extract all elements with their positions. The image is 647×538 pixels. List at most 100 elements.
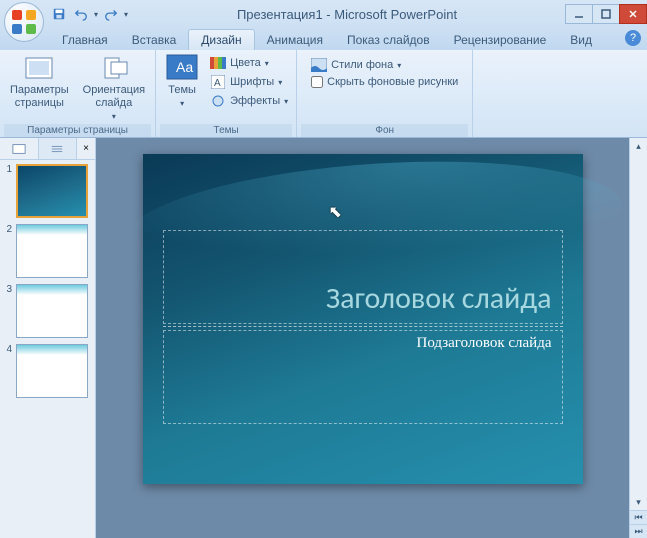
thumbnail-row: 4: [4, 344, 91, 398]
svg-text:Aa: Aa: [176, 59, 193, 75]
tab-home[interactable]: Главная: [50, 30, 120, 50]
placeholder-divider: [163, 326, 563, 327]
save-icon: [52, 7, 66, 21]
orientation-icon: [98, 54, 130, 82]
window-title: Презентация1 - Microsoft PowerPoint: [128, 7, 566, 22]
page-setup-label: Параметры страницы: [10, 84, 69, 110]
scroll-track[interactable]: [630, 154, 647, 494]
slide-thumbnails: 1 2 3 4: [0, 160, 95, 538]
slide-orientation-button[interactable]: Ориентация слайда ▾: [77, 52, 151, 124]
outline-tab-icon: [50, 143, 64, 155]
slides-tab-icon: [12, 143, 26, 155]
cursor-icon: ⬉: [329, 202, 342, 222]
title-bar: ▾ ▾ Презентация1 - Microsoft PowerPoint: [0, 0, 647, 28]
theme-fonts-button[interactable]: A Шрифты ▾: [206, 73, 292, 91]
thumbnail-row: 1: [4, 164, 91, 218]
editor-canvas[interactable]: Заголовок слайда Подзаголовок слайда ⬉: [96, 138, 629, 538]
panel-tab-slides[interactable]: [0, 138, 39, 159]
group-label-page-setup: Параметры страницы: [4, 124, 151, 137]
chevron-down-icon: ▾: [180, 99, 184, 109]
thumbnail-row: 3: [4, 284, 91, 338]
chevron-down-icon: ▾: [112, 112, 116, 122]
undo-button[interactable]: [72, 5, 90, 23]
themes-gallery-button[interactable]: Aa Темы ▾: [160, 52, 204, 111]
help-button[interactable]: ?: [625, 30, 641, 46]
close-button[interactable]: [619, 4, 647, 24]
undo-icon: [74, 7, 88, 21]
page-setup-icon: [23, 54, 55, 82]
panel-tab-outline[interactable]: [39, 138, 78, 159]
subtitle-text: Подзаголовок слайда: [417, 335, 552, 352]
current-slide[interactable]: Заголовок слайда Подзаголовок слайда ⬉: [143, 154, 583, 484]
group-label-background: Фон: [301, 124, 468, 137]
undo-dropdown-icon[interactable]: ▾: [94, 10, 98, 19]
redo-button[interactable]: [102, 5, 120, 23]
svg-text:A: A: [214, 78, 221, 89]
tab-slideshow[interactable]: Показ слайдов: [335, 30, 442, 50]
thumbnail-number: 1: [4, 164, 12, 218]
background-styles-button[interactable]: Стили фона ▾: [307, 56, 462, 74]
thumbnail-number: 2: [4, 224, 12, 278]
fonts-icon: A: [210, 74, 226, 90]
themes-label: Темы: [168, 84, 196, 97]
subtitle-placeholder[interactable]: Подзаголовок слайда: [163, 330, 563, 424]
chevron-down-icon: ▾: [284, 97, 288, 106]
title-text: Заголовок слайда: [326, 280, 552, 317]
effects-icon: [210, 93, 226, 109]
slide-thumbnail[interactable]: [16, 224, 88, 278]
ribbon: Параметры страницы Ориентация слайда ▾ П…: [0, 50, 647, 138]
bg-styles-icon: [311, 57, 327, 73]
slide-panel: × 1 2 3 4: [0, 138, 96, 538]
slide-thumbnail[interactable]: [16, 164, 88, 218]
workspace: × 1 2 3 4 Заголовок слайда Подзаголовок сла…: [0, 138, 647, 538]
chevron-down-icon: ▾: [397, 61, 401, 70]
tab-review[interactable]: Рецензирование: [442, 30, 559, 50]
theme-effects-button[interactable]: Эффекты ▾: [206, 92, 292, 110]
thumbnail-number: 3: [4, 284, 12, 338]
redo-icon: [104, 7, 118, 21]
panel-close-button[interactable]: ×: [77, 138, 95, 159]
next-slide-button[interactable]: ⏭: [630, 524, 647, 538]
vertical-scrollbar[interactable]: ▴ ▾ ⏮ ⏭: [629, 138, 647, 538]
chevron-down-icon: ▾: [278, 78, 282, 87]
fonts-label: Шрифты: [230, 76, 274, 88]
ribbon-tabs: Главная Вставка Дизайн Анимация Показ сл…: [0, 28, 647, 50]
thumbnail-number: 4: [4, 344, 12, 398]
group-label-themes: Темы: [160, 124, 292, 137]
tab-animation[interactable]: Анимация: [255, 30, 335, 50]
slide-thumbnail[interactable]: [16, 344, 88, 398]
panel-tabs: ×: [0, 138, 95, 160]
orientation-label: Ориентация слайда: [83, 84, 145, 110]
effects-label: Эффекты: [230, 95, 280, 107]
group-themes: Aa Темы ▾ Цвета ▾ A Шрифты ▾ Эффек: [156, 50, 297, 137]
colors-label: Цвета: [230, 57, 261, 69]
office-logo-icon: [12, 10, 36, 34]
minimize-button[interactable]: [565, 4, 593, 24]
tab-design[interactable]: Дизайн: [188, 29, 254, 50]
hide-bg-label: Скрыть фоновые рисунки: [327, 76, 458, 88]
bg-styles-label: Стили фона: [331, 59, 393, 71]
group-page-setup: Параметры страницы Ориентация слайда ▾ П…: [0, 50, 156, 137]
slide-editor: Заголовок слайда Подзаголовок слайда ⬉ ▴…: [96, 138, 647, 538]
thumbnail-row: 2: [4, 224, 91, 278]
hide-bg-graphics-checkbox[interactable]: Скрыть фоновые рисунки: [307, 75, 462, 89]
colors-icon: [210, 55, 226, 71]
chevron-down-icon: ▾: [265, 59, 269, 68]
tab-insert[interactable]: Вставка: [120, 30, 189, 50]
save-button[interactable]: [50, 5, 68, 23]
tab-view[interactable]: Вид: [558, 30, 604, 50]
page-setup-button[interactable]: Параметры страницы: [4, 52, 75, 112]
quick-access-toolbar: ▾ ▾: [50, 5, 128, 23]
themes-icon: Aa: [166, 54, 198, 82]
maximize-button[interactable]: [592, 4, 620, 24]
scroll-up-button[interactable]: ▴: [630, 138, 647, 154]
group-background: Стили фона ▾ Скрыть фоновые рисунки Фон: [297, 50, 473, 137]
office-button[interactable]: [4, 2, 44, 42]
title-placeholder[interactable]: Заголовок слайда: [163, 230, 563, 324]
prev-slide-button[interactable]: ⏮: [630, 510, 647, 524]
theme-colors-button[interactable]: Цвета ▾: [206, 54, 292, 72]
window-controls: [566, 4, 647, 24]
hide-bg-input[interactable]: [311, 76, 323, 88]
scroll-down-button[interactable]: ▾: [630, 494, 647, 510]
slide-thumbnail[interactable]: [16, 284, 88, 338]
